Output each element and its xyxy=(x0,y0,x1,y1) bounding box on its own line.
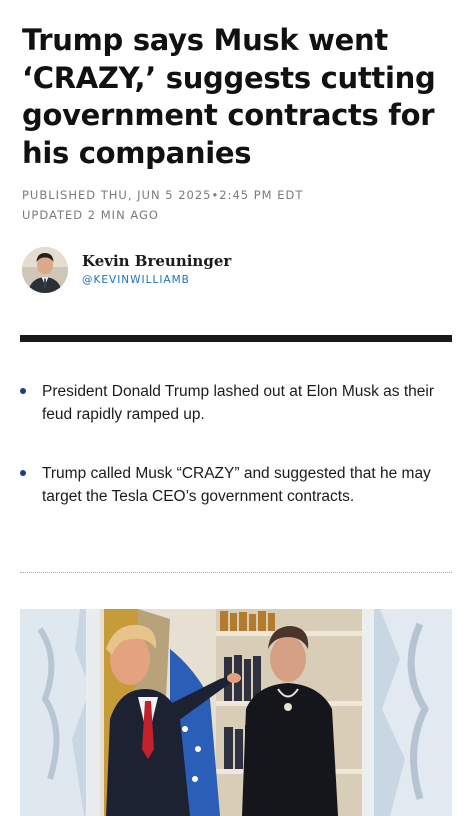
author-name[interactable]: Kevin Breuninger xyxy=(82,252,231,270)
bullet-dot-icon xyxy=(20,470,26,476)
article-lead-image[interactable] xyxy=(20,609,452,816)
key-point: President Donald Trump lashed out at Elo… xyxy=(20,380,452,426)
key-point: Trump called Musk “CRAZY” and suggested … xyxy=(20,462,452,508)
author-byline[interactable]: Kevin Breuninger @KEVINWILLIAMB xyxy=(22,246,231,294)
author-photo-icon xyxy=(22,247,68,293)
key-point-text: Trump called Musk “CRAZY” and suggested … xyxy=(42,465,431,505)
article-headline: Trump says Musk went ‘CRAZY,’ suggests c… xyxy=(22,23,436,170)
article-meta: PUBLISHED THU, JUN 5 2025•2:45 PM EDT UP… xyxy=(22,185,452,225)
published-date: PUBLISHED THU, JUN 5 2025•2:45 PM EDT xyxy=(22,188,304,202)
oval-office-photo-icon xyxy=(20,609,452,816)
bullet-dot-icon xyxy=(20,388,26,394)
section-divider xyxy=(20,572,452,573)
key-points-divider xyxy=(20,335,452,342)
key-point-text: President Donald Trump lashed out at Elo… xyxy=(42,383,435,423)
author-avatar[interactable] xyxy=(22,247,68,293)
author-handle[interactable]: @KEVINWILLIAMB xyxy=(82,272,231,288)
updated-time: UPDATED 2 MIN AGO xyxy=(22,208,159,222)
key-points-list: President Donald Trump lashed out at Elo… xyxy=(20,380,452,544)
